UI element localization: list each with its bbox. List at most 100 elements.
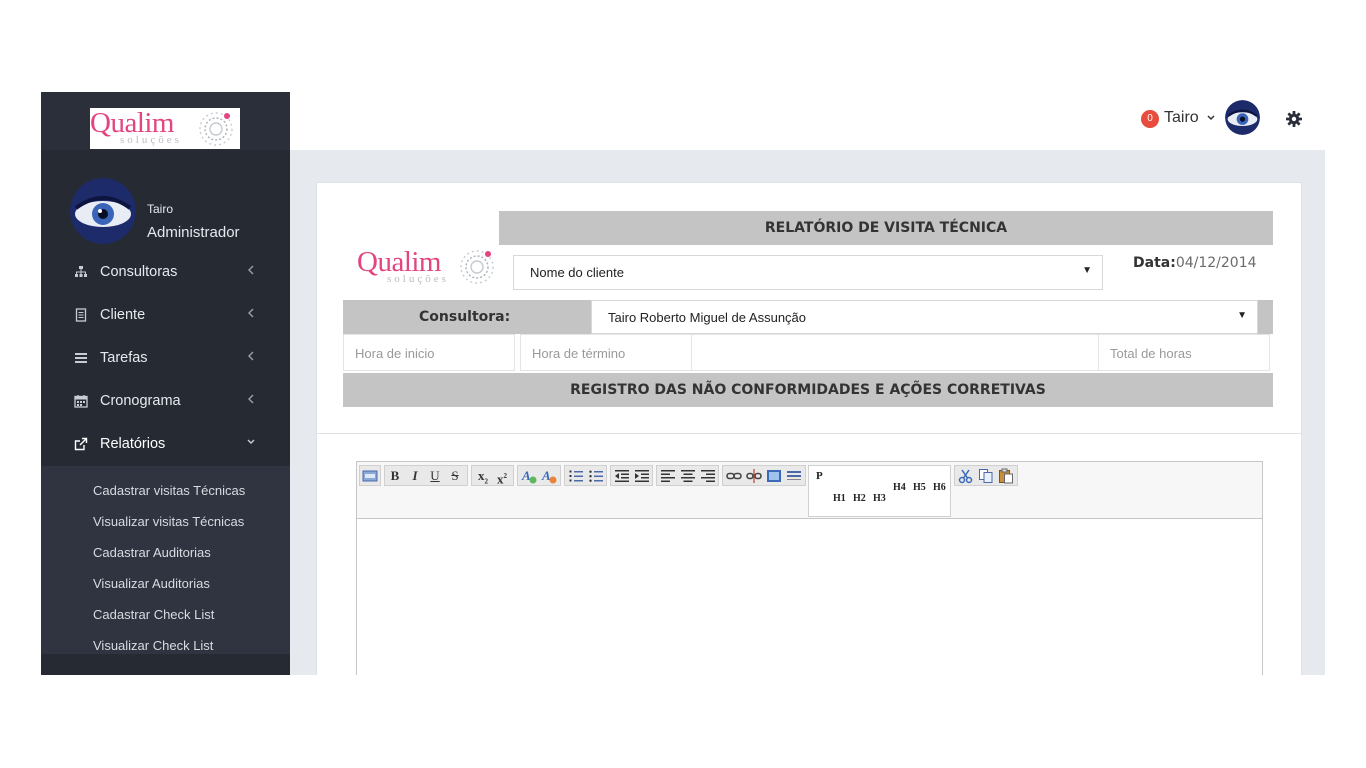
toolbar-group-lists bbox=[564, 465, 607, 486]
heading-option-h3[interactable]: H3 bbox=[873, 493, 886, 504]
app-window: Qualim soluções Tairo Administrador Cons… bbox=[41, 92, 1325, 675]
sidebar-item-cronograma[interactable]: Cronograma bbox=[41, 380, 290, 423]
form-brand-logo: Qualim soluções bbox=[357, 245, 502, 290]
rich-text-editor: B I U S x2 x2 A A P H1 H2 H3 H4 H5 H6 bbox=[356, 461, 1263, 675]
heading-option-h5[interactable]: H5 bbox=[913, 482, 926, 493]
superscript-mark: 2 bbox=[503, 472, 508, 480]
svg-text:A: A bbox=[521, 468, 531, 483]
sidebar-item-consultoras[interactable]: Consultoras bbox=[41, 251, 290, 294]
submenu-visualizar-checklist[interactable]: Visualizar Check List bbox=[93, 638, 213, 653]
font-color-icon[interactable]: A bbox=[521, 468, 537, 484]
toolbar-group-color: A A bbox=[517, 465, 561, 486]
unordered-list-icon[interactable] bbox=[588, 468, 604, 484]
start-time-field[interactable]: Hora de inicio bbox=[343, 334, 515, 371]
heading-option-h6[interactable]: H6 bbox=[933, 482, 946, 493]
horizontal-rule-icon[interactable] bbox=[786, 468, 802, 484]
sidebar-item-label: Relatórios bbox=[100, 436, 166, 452]
sidebar-item-relatorios[interactable]: Relatórios bbox=[41, 423, 290, 466]
toolbar-group-source bbox=[359, 465, 381, 486]
notification-badge[interactable]: 0 bbox=[1141, 110, 1159, 128]
consultora-select[interactable]: Tairo Roberto Miguel de Assunção ▼ bbox=[591, 300, 1258, 334]
end-time-field[interactable]: Hora de término bbox=[520, 334, 692, 371]
strikethrough-button[interactable]: S bbox=[447, 468, 463, 484]
date-label: Data: bbox=[1133, 255, 1176, 271]
chevron-down-icon[interactable] bbox=[1206, 112, 1216, 124]
sidebar-item-label: Tarefas bbox=[100, 350, 148, 366]
user-avatar[interactable] bbox=[1225, 100, 1260, 135]
chevron-down-icon bbox=[247, 439, 255, 444]
superscript-button[interactable]: x2 bbox=[494, 468, 510, 486]
outdent-icon[interactable] bbox=[614, 468, 630, 484]
editor-toolbar: B I U S x2 x2 A A P H1 H2 H3 H4 H5 H6 bbox=[357, 462, 1262, 519]
toolbar-group-format: B I U S bbox=[384, 465, 468, 486]
submenu-visualizar-visitas[interactable]: Visualizar visitas Técnicas bbox=[93, 514, 244, 529]
toolbar-group-script: x2 x2 bbox=[471, 465, 514, 486]
bold-button[interactable]: B bbox=[387, 468, 403, 484]
indent-icon[interactable] bbox=[634, 468, 650, 484]
align-right-icon[interactable] bbox=[700, 468, 716, 484]
client-select[interactable]: Nome do cliente ▼ bbox=[513, 255, 1103, 290]
html-source-icon[interactable] bbox=[362, 468, 378, 484]
client-select-value: Nome do cliente bbox=[530, 265, 624, 280]
sidebar: Qualim soluções Tairo Administrador Cons… bbox=[41, 92, 290, 675]
list-icon bbox=[75, 353, 87, 363]
section-title: REGISTRO DAS NÃO CONFORMIDADES E AÇÕES C… bbox=[343, 373, 1273, 407]
ordered-list-icon[interactable] bbox=[568, 468, 584, 484]
top-navbar: 0 Tairo bbox=[290, 92, 1325, 150]
consultora-select-value: Tairo Roberto Miguel de Assunção bbox=[608, 310, 807, 325]
profile-name: Tairo bbox=[147, 202, 174, 216]
subscript-button[interactable]: x2 bbox=[475, 468, 491, 486]
chevron-left-icon bbox=[248, 265, 254, 275]
flower-logo-icon bbox=[460, 250, 494, 284]
user-menu-name[interactable]: Tairo bbox=[1164, 109, 1199, 127]
sidebar-item-label: Cronograma bbox=[100, 393, 181, 409]
spacer-field bbox=[692, 334, 1098, 371]
italic-button[interactable]: I bbox=[407, 468, 423, 484]
cut-icon[interactable] bbox=[958, 468, 974, 484]
brand-logo[interactable]: Qualim soluções bbox=[90, 108, 240, 149]
subscript-mark: 2 bbox=[484, 477, 489, 486]
toolbar-group-clipboard bbox=[954, 465, 1018, 486]
editor-content-area[interactable] bbox=[357, 519, 1262, 675]
divider bbox=[317, 433, 1301, 434]
paste-icon[interactable] bbox=[998, 468, 1014, 484]
heading-option-h2[interactable]: H2 bbox=[853, 493, 866, 504]
end-time-placeholder: Hora de término bbox=[532, 346, 626, 361]
sitemap-icon bbox=[75, 266, 87, 277]
profile-avatar[interactable] bbox=[70, 178, 136, 244]
brand-tagline: soluções bbox=[120, 134, 182, 146]
total-hours-field[interactable]: Total de horas bbox=[1098, 334, 1270, 371]
align-left-icon[interactable] bbox=[660, 468, 676, 484]
brand-tagline: soluções bbox=[387, 273, 449, 285]
heading-option-h1[interactable]: H1 bbox=[833, 493, 846, 504]
date-value: 04/12/2014 bbox=[1175, 255, 1257, 271]
sidebar-item-label: Cliente bbox=[100, 307, 146, 323]
link-icon[interactable] bbox=[726, 468, 742, 484]
submenu-cadastrar-checklist[interactable]: Cadastrar Check List bbox=[93, 607, 214, 622]
underline-button[interactable]: U bbox=[427, 468, 443, 484]
background-color-icon[interactable]: A bbox=[541, 468, 557, 484]
calendar-icon bbox=[74, 395, 88, 408]
sidebar-item-cliente[interactable]: Cliente bbox=[41, 294, 290, 337]
copy-icon[interactable] bbox=[978, 468, 994, 484]
heading-option-h4[interactable]: H4 bbox=[893, 482, 906, 493]
toolbar-group-indent bbox=[610, 465, 653, 486]
submenu-visualizar-auditorias[interactable]: Visualizar Auditorias bbox=[93, 576, 210, 591]
sidebar-item-tarefas[interactable]: Tarefas bbox=[41, 337, 290, 380]
gear-icon[interactable] bbox=[1285, 110, 1303, 128]
submenu-cadastrar-visitas[interactable]: Cadastrar visitas Técnicas bbox=[93, 483, 245, 498]
svg-text:A: A bbox=[541, 468, 551, 483]
form-title: RELATÓRIO DE VISITA TÉCNICA bbox=[499, 211, 1273, 245]
start-time-placeholder: Hora de inicio bbox=[355, 346, 435, 361]
submenu-cadastrar-auditorias[interactable]: Cadastrar Auditorias bbox=[93, 545, 211, 560]
align-center-icon[interactable] bbox=[680, 468, 696, 484]
image-icon[interactable] bbox=[766, 468, 782, 484]
paragraph-option[interactable]: P bbox=[816, 470, 823, 482]
chevron-left-icon bbox=[248, 308, 254, 318]
consultora-label: Consultora: bbox=[419, 309, 511, 325]
date-display: Data:04/12/2014 bbox=[1133, 255, 1257, 271]
heading-format-dropdown[interactable]: P H1 H2 H3 H4 H5 H6 bbox=[808, 465, 951, 517]
unlink-icon[interactable] bbox=[746, 468, 762, 484]
file-icon bbox=[75, 308, 87, 322]
toolbar-group-insert bbox=[722, 465, 806, 486]
